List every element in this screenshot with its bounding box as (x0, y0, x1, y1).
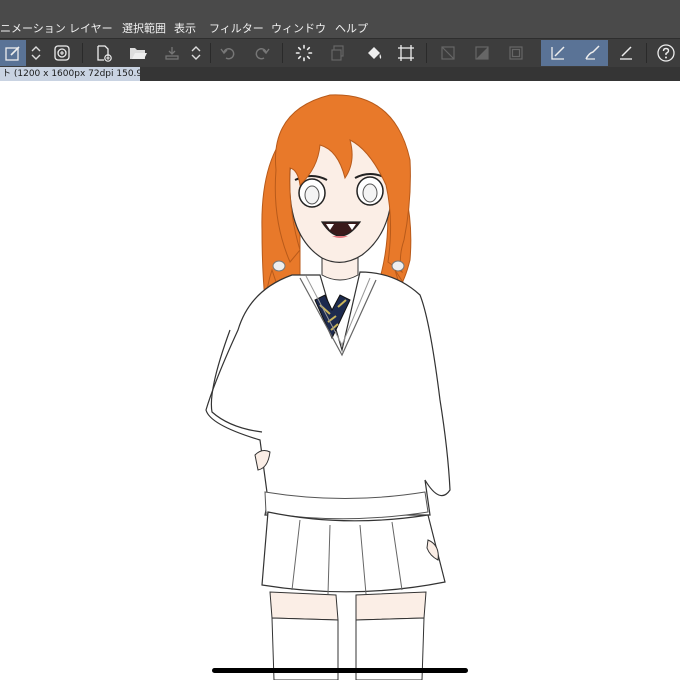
menu-selection[interactable]: 選択範囲 (122, 22, 166, 36)
menu-animation[interactable]: ニメーション (0, 22, 66, 36)
command-toolbar (0, 38, 680, 68)
separator (646, 43, 647, 63)
transform-icon[interactable] (394, 41, 418, 65)
clear-icon[interactable] (436, 41, 460, 65)
gradient-icon[interactable] (470, 41, 494, 65)
separator (210, 43, 211, 63)
copy-icon[interactable] (326, 41, 350, 65)
ruler-pen-icon[interactable] (614, 41, 638, 65)
loading-spinner-icon[interactable] (292, 41, 316, 65)
undo-icon[interactable] (216, 41, 240, 65)
separator (282, 43, 283, 63)
artwork-illustration (205, 94, 451, 681)
fill-bucket-icon[interactable] (362, 41, 386, 65)
redo-icon[interactable] (250, 41, 274, 65)
pen-icon[interactable] (546, 41, 570, 65)
edit-icon[interactable] (1, 41, 25, 65)
menu-filter[interactable]: フィルター (209, 22, 264, 36)
drawing-canvas[interactable] (0, 81, 680, 681)
menu-view[interactable]: 表示 (174, 22, 196, 36)
up-down-icon[interactable] (186, 41, 206, 65)
frame-icon[interactable] (504, 41, 528, 65)
save-icon[interactable] (160, 41, 184, 65)
help-icon[interactable] (654, 41, 678, 65)
document-tab[interactable]: ト (1200 x 1600px 72dpi 150.9%) (0, 67, 140, 81)
document-tab-bar: ト (1200 x 1600px 72dpi 150.9%) (0, 67, 680, 81)
layer-icon[interactable] (50, 41, 74, 65)
menu-bar: ニメーション レイヤー 選択範囲 表示 フィルター ウィンドウ ヘルプ (0, 0, 680, 38)
new-canvas-icon[interactable] (92, 41, 116, 65)
brush-icon[interactable] (580, 41, 604, 65)
menu-help[interactable]: ヘルプ (335, 22, 368, 36)
separator (82, 43, 83, 63)
menu-window[interactable]: ウィンドウ (271, 22, 326, 36)
up-down-icon[interactable] (26, 41, 46, 65)
open-folder-icon[interactable] (126, 41, 150, 65)
home-indicator[interactable] (212, 668, 468, 673)
separator (426, 43, 427, 63)
menu-layer[interactable]: レイヤー (69, 22, 113, 36)
